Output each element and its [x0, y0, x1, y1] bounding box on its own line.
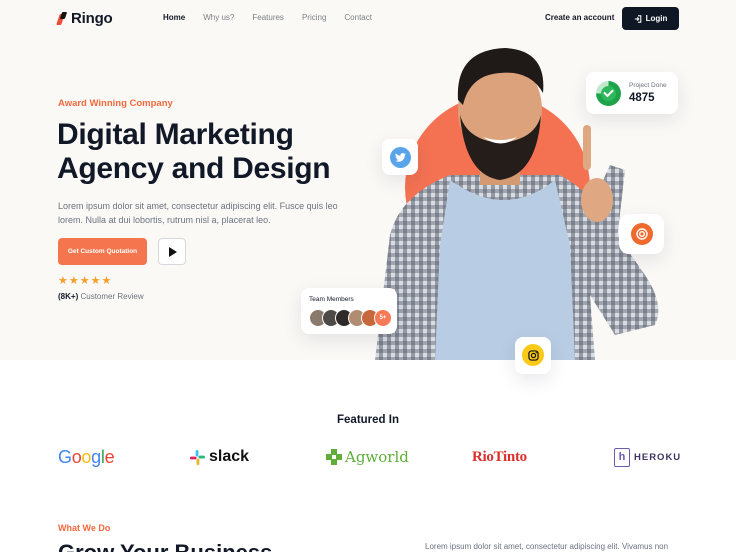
- nav-item-home[interactable]: Home: [163, 13, 185, 22]
- heroku-wordmark: HEROKU: [634, 451, 682, 463]
- headline-line-2: Agency and Design: [57, 152, 331, 185]
- what-we-do-text: Lorem ipsum dolor sit amet, consectetur …: [425, 542, 669, 551]
- login-icon: [634, 14, 641, 23]
- review-label: Customer Review: [80, 292, 144, 301]
- what-we-do-eyebrow: What We Do: [58, 523, 111, 533]
- agworld-icon: [326, 449, 342, 465]
- heroku-logo: h HEROKU: [614, 446, 681, 468]
- target-badge[interactable]: [619, 214, 664, 254]
- instagram-icon: [522, 344, 544, 366]
- project-progress-ring: [596, 81, 621, 106]
- featured-title: Featured In: [337, 414, 399, 426]
- check-icon: [603, 86, 614, 98]
- twitter-badge[interactable]: [382, 139, 418, 175]
- brand-name: Ringo: [71, 10, 113, 27]
- google-logo: Google: [58, 446, 115, 467]
- star-icon: ★: [58, 275, 68, 287]
- heroku-icon: h: [614, 447, 630, 467]
- target-icon: [631, 223, 653, 245]
- what-we-do-title: Grow Your Business: [58, 540, 272, 552]
- instagram-badge[interactable]: [515, 337, 551, 374]
- star-icon: ★: [101, 275, 112, 287]
- project-done-label: Project Done: [629, 82, 667, 89]
- project-done-card: Project Done 4875: [586, 72, 678, 114]
- nav-item-features[interactable]: Features: [252, 13, 284, 22]
- brand-logo[interactable]: Ringo: [58, 10, 113, 27]
- login-button[interactable]: Login: [622, 7, 679, 30]
- riotinto-logo: RioTinto: [472, 448, 527, 465]
- team-members-card: Team Members 5+: [301, 288, 397, 334]
- star-icon: ★: [90, 275, 101, 287]
- slack-wordmark: slack: [209, 448, 250, 465]
- get-quotation-button[interactable]: Get Custom Quotation: [58, 238, 147, 265]
- play-icon: [169, 246, 177, 257]
- review-count: (8K+): [58, 292, 79, 301]
- headline-line-1: Digital Marketing: [57, 118, 294, 151]
- play-video-button[interactable]: [158, 238, 186, 265]
- nav-item-contact[interactable]: Contact: [344, 13, 372, 22]
- twitter-icon: [390, 147, 411, 168]
- star-icon: ★: [79, 275, 90, 287]
- nav-item-pricing[interactable]: Pricing: [302, 13, 326, 22]
- customer-review: (8K+) Customer Review: [58, 292, 144, 301]
- logo-mark-icon: [58, 12, 67, 26]
- slack-icon: [190, 449, 205, 465]
- team-more-count: 5+: [374, 309, 392, 327]
- team-members-label: Team Members: [309, 296, 354, 303]
- agworld-logo: Agworld: [326, 446, 409, 468]
- agworld-wordmark: Agworld: [345, 448, 409, 466]
- hero-headline: Digital Marketing Agency and Design: [57, 118, 377, 186]
- slack-logo: slack: [190, 446, 249, 468]
- login-label: Login: [645, 14, 668, 23]
- main-nav: Home Why us? Features Pricing Contact: [163, 13, 390, 22]
- hero-description: Lorem ipsum dolor sit amet, consectetur …: [58, 201, 338, 225]
- star-icon: ★: [68, 275, 79, 287]
- rating-stars: ★ ★ ★ ★ ★: [58, 275, 111, 287]
- hero-eyebrow: Award Winning Company: [58, 98, 173, 109]
- nav-item-why-us[interactable]: Why us?: [203, 13, 234, 22]
- create-account-link[interactable]: Create an account: [545, 13, 614, 22]
- project-done-value: 4875: [629, 92, 655, 104]
- team-avatars: 5+: [309, 309, 392, 327]
